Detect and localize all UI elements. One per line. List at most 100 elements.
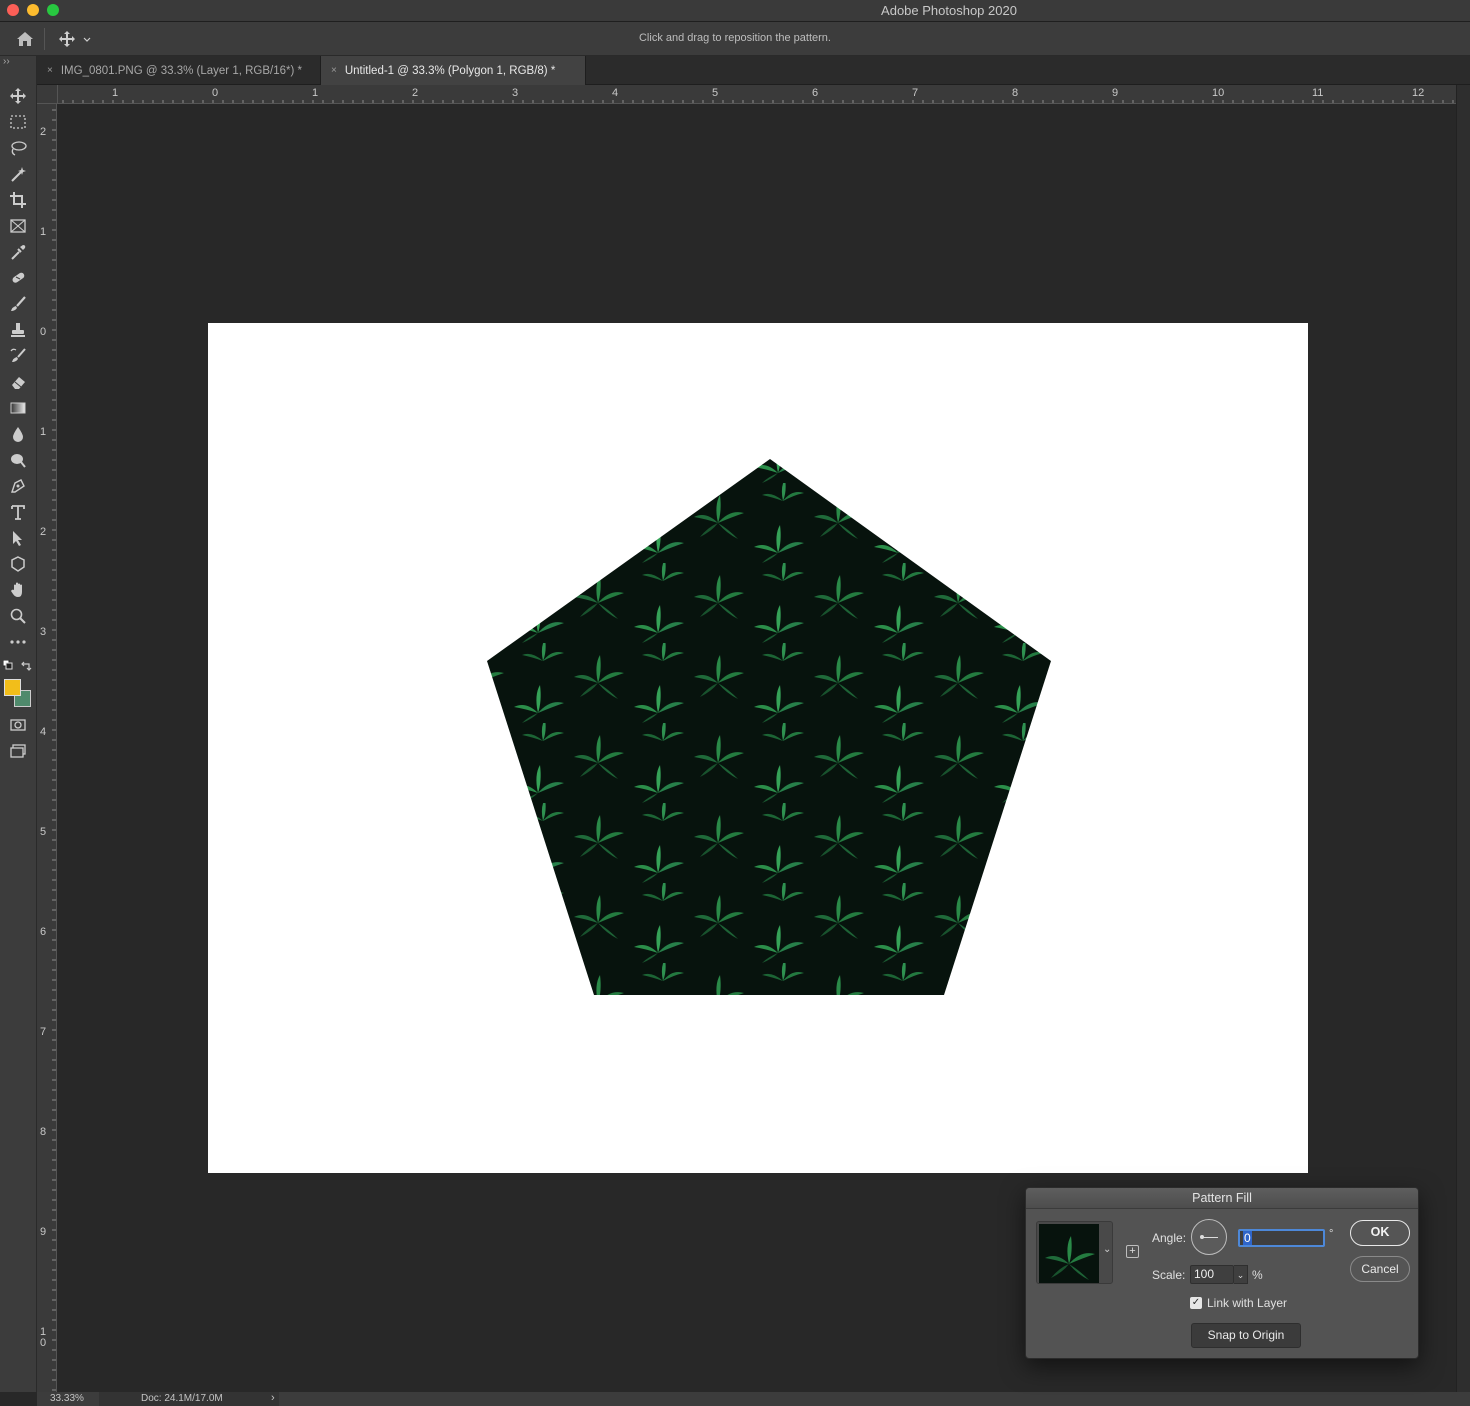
tool-pen[interactable] xyxy=(6,475,30,497)
quick-mask-icon xyxy=(10,719,26,731)
tool-brush[interactable] xyxy=(6,293,30,315)
healing-brush-icon xyxy=(12,272,25,283)
close-tab-icon[interactable]: × xyxy=(331,65,337,76)
tool-shape[interactable] xyxy=(6,553,30,575)
tab-img-0801[interactable]: × IMG_0801.PNG @ 33.3% (Layer 1, RGB/16*… xyxy=(37,56,321,85)
vertical-scrollbar[interactable] xyxy=(1456,85,1470,1392)
degree-symbol: ° xyxy=(1329,1228,1334,1240)
pen-icon xyxy=(11,479,25,493)
chevron-down-icon[interactable]: ⌄ xyxy=(1103,1244,1111,1255)
tool-move[interactable] xyxy=(6,85,30,107)
angle-dial-needle-icon xyxy=(1202,1237,1218,1238)
options-bar: Click and drag to reposition the pattern… xyxy=(0,22,1470,56)
tool-gradient[interactable] xyxy=(6,397,30,419)
ruler-label: 7 xyxy=(40,1026,46,1038)
ruler-label: 8 xyxy=(1012,87,1018,99)
tool-dodge[interactable] xyxy=(6,449,30,471)
pattern-fill-dialog: Pattern Fill ⌄ + Angle: 0 ° Scale: 100 ⌄… xyxy=(1025,1187,1419,1359)
angle-label: Angle: xyxy=(1152,1231,1187,1245)
eraser-icon xyxy=(12,377,25,389)
tab-label: IMG_0801.PNG @ 33.3% (Layer 1, RGB/16*) … xyxy=(60,64,302,77)
tool-history-brush[interactable] xyxy=(6,345,30,367)
title-bar: Adobe Photoshop 2020 xyxy=(0,0,1470,22)
pattern-picker[interactable]: ⌄ xyxy=(1036,1221,1113,1284)
tab-untitled-1[interactable]: × Untitled-1 @ 33.3% (Polygon 1, RGB/8) … xyxy=(321,56,586,85)
ruler-label: 5 xyxy=(40,826,46,838)
tool-marquee[interactable] xyxy=(6,111,30,133)
photoshop-window: Adobe Photoshop 2020 Click and drag to r… xyxy=(0,0,1470,1406)
ok-button[interactable]: OK xyxy=(1350,1220,1410,1246)
zoom-level[interactable]: 33.33% xyxy=(50,1393,84,1404)
marquee-icon xyxy=(10,115,26,129)
ruler-label: 0 xyxy=(40,326,46,338)
ruler-label: 4 xyxy=(612,87,618,99)
angle-value: 0 xyxy=(1243,1231,1252,1245)
swap-colors-icon[interactable] xyxy=(20,660,32,672)
tool-frame[interactable] xyxy=(6,215,30,237)
ruler-label: 5 xyxy=(712,87,718,99)
ruler-label: 7 xyxy=(912,87,918,99)
new-preset-icon[interactable]: + xyxy=(1126,1245,1139,1258)
tool-clone-stamp[interactable] xyxy=(6,319,30,341)
scale-label: Scale: xyxy=(1152,1268,1186,1282)
close-tab-icon[interactable]: × xyxy=(47,65,53,76)
history-brush-icon xyxy=(10,348,26,362)
ruler-label: 9 xyxy=(40,1226,46,1238)
tool-blur[interactable] xyxy=(6,423,30,445)
zoom-icon xyxy=(10,608,26,624)
default-colors-icon[interactable] xyxy=(3,660,13,670)
tab-label: Untitled-1 @ 33.3% (Polygon 1, RGB/8) * xyxy=(344,64,556,77)
tool-magic-wand[interactable] xyxy=(6,163,30,185)
hand-icon xyxy=(11,582,22,597)
angle-input[interactable]: 0 xyxy=(1238,1229,1325,1247)
ruler-label: 3 xyxy=(40,626,46,638)
tool-crop[interactable] xyxy=(6,189,30,211)
crop-icon xyxy=(10,192,26,208)
screen-mode-icon xyxy=(10,744,26,758)
ruler-label: 1 xyxy=(312,87,318,99)
blur-icon xyxy=(13,427,23,442)
tool-lasso[interactable] xyxy=(6,137,30,159)
document-info: Doc: 24.1M/17.0M xyxy=(99,1392,279,1406)
horizontal-ruler[interactable]: 1 0 1 2 3 4 5 6 7 8 9 10 11 12 xyxy=(58,85,1456,104)
document-tabs: × IMG_0801.PNG @ 33.3% (Layer 1, RGB/16*… xyxy=(37,56,1470,85)
foreground-color-swatch[interactable] xyxy=(4,679,21,696)
ruler-label: 6 xyxy=(812,87,818,99)
panel-collapse-icon[interactable]: ›› xyxy=(3,56,10,67)
lasso-icon xyxy=(11,141,27,156)
move-icon xyxy=(10,88,26,104)
ruler-label: 12 xyxy=(1412,87,1424,99)
polygon-shape-layer[interactable] xyxy=(208,323,1308,1173)
link-with-layer-checkbox[interactable]: ✓ xyxy=(1190,1297,1202,1309)
link-with-layer-label[interactable]: Link with Layer xyxy=(1207,1296,1287,1310)
tool-path-selection[interactable] xyxy=(6,527,30,549)
dialog-title[interactable]: Pattern Fill xyxy=(1026,1188,1418,1209)
brush-icon xyxy=(11,296,26,311)
tool-healing-brush[interactable] xyxy=(6,267,30,289)
shape-icon xyxy=(11,556,25,572)
document-canvas[interactable] xyxy=(208,323,1308,1173)
cancel-button[interactable]: Cancel xyxy=(1350,1256,1410,1282)
screen-mode-button[interactable] xyxy=(6,740,30,762)
tool-zoom[interactable] xyxy=(6,605,30,627)
tool-more-tools[interactable] xyxy=(6,631,30,653)
status-menu-arrow[interactable]: › xyxy=(271,1392,275,1404)
scale-input[interactable]: 100 xyxy=(1190,1265,1234,1284)
ruler-origin[interactable] xyxy=(37,85,58,104)
status-bar: 33.33% Doc: 24.1M/17.0M › xyxy=(37,1392,1470,1406)
tool-hand[interactable] xyxy=(6,579,30,601)
pattern-preview xyxy=(1039,1224,1099,1283)
ruler-label: 11 xyxy=(1312,87,1323,99)
quick-mask-button[interactable] xyxy=(6,714,30,736)
scale-dropdown-button[interactable]: ⌄ xyxy=(1234,1265,1248,1284)
snap-to-origin-button[interactable]: Snap to Origin xyxy=(1191,1323,1301,1348)
vertical-ruler[interactable]: 21012345678910 xyxy=(37,104,57,1392)
ruler-label: 2 xyxy=(40,526,46,538)
tool-type[interactable] xyxy=(6,501,30,523)
angle-dial[interactable] xyxy=(1191,1219,1227,1255)
tool-eyedropper[interactable] xyxy=(6,241,30,263)
options-hint: Click and drag to reposition the pattern… xyxy=(638,32,831,44)
eyedropper-icon xyxy=(11,245,26,260)
tool-eraser[interactable] xyxy=(6,371,30,393)
path-selection-icon xyxy=(13,531,22,546)
